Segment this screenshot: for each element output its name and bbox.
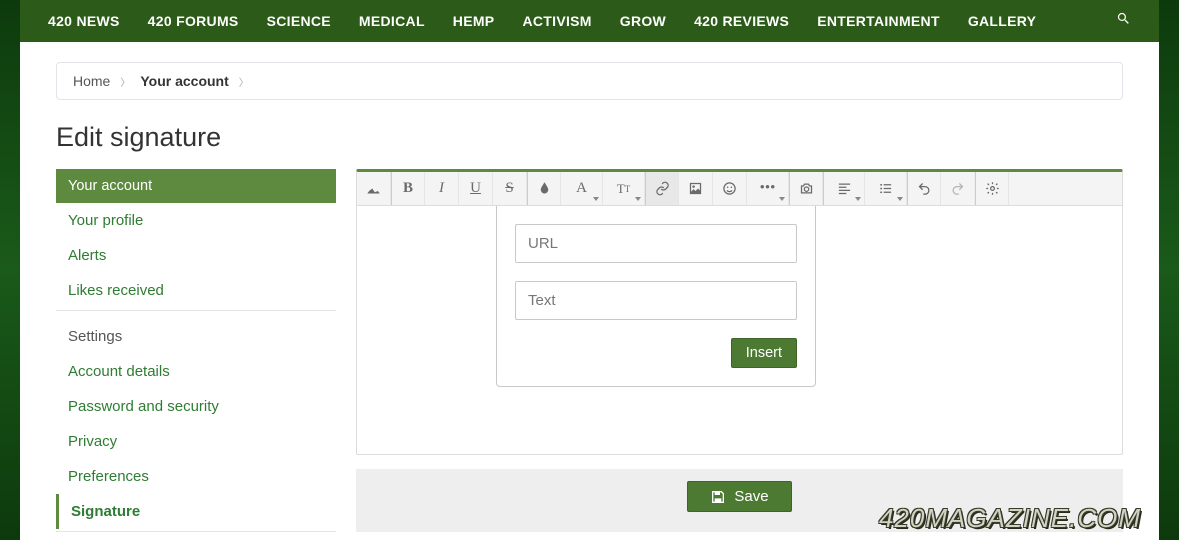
link-url-input[interactable]	[515, 224, 797, 263]
remove-format-icon[interactable]	[357, 172, 391, 205]
font-size-icon[interactable]: TT	[603, 172, 645, 205]
undo-icon[interactable]	[907, 172, 941, 205]
color-icon[interactable]	[527, 172, 561, 205]
breadcrumb-current[interactable]: Your account	[140, 73, 228, 89]
editor-toolbar: B I U S A TT •••	[357, 172, 1122, 206]
sidebar-settings-label: Settings	[56, 319, 336, 354]
sidebar-item-privacy[interactable]: Privacy	[56, 424, 336, 459]
account-sidebar: Your account Your profile Alerts Likes r…	[56, 169, 336, 540]
settings-icon[interactable]	[975, 172, 1009, 205]
insert-button[interactable]: Insert	[731, 338, 797, 368]
main-content: B I U S A TT •••	[356, 169, 1123, 540]
breadcrumb: Home 〉 Your account 〉	[56, 62, 1123, 100]
align-icon[interactable]	[823, 172, 865, 205]
chevron-right-icon: 〉	[120, 74, 130, 89]
smile-icon[interactable]	[713, 172, 747, 205]
save-button[interactable]: Save	[687, 481, 791, 512]
sidebar-item-likes[interactable]: Likes received	[56, 273, 336, 308]
image-icon[interactable]	[679, 172, 713, 205]
sidebar-item-password[interactable]: Password and security	[56, 389, 336, 424]
top-nav: 420 NEWS 420 FORUMS SCIENCE MEDICAL HEMP…	[20, 0, 1159, 42]
watermark-logo: 420MAGAZINE.COM	[879, 503, 1141, 534]
list-icon[interactable]	[865, 172, 907, 205]
nav-item[interactable]: GALLERY	[968, 13, 1036, 29]
top-nav-items: 420 NEWS 420 FORUMS SCIENCE MEDICAL HEMP…	[48, 13, 1116, 29]
nav-item[interactable]: 420 NEWS	[48, 13, 120, 29]
editor-body[interactable]: Insert	[357, 206, 1122, 454]
redo-icon[interactable]	[941, 172, 975, 205]
nav-item[interactable]: GROW	[620, 13, 666, 29]
chevron-right-icon: 〉	[239, 74, 249, 89]
link-popover: Insert	[496, 206, 816, 387]
sidebar-item-profile[interactable]: Your profile	[56, 203, 336, 238]
bold-icon[interactable]: B	[391, 172, 425, 205]
save-label: Save	[734, 488, 768, 505]
underline-icon[interactable]: U	[459, 172, 493, 205]
sidebar-item-signature[interactable]: Signature	[56, 494, 336, 529]
nav-item[interactable]: MEDICAL	[359, 13, 425, 29]
sidebar-item-account-details[interactable]: Account details	[56, 354, 336, 389]
page-title: Edit signature	[56, 122, 1123, 153]
sidebar-item-preferences[interactable]: Preferences	[56, 459, 336, 494]
link-icon[interactable]	[645, 172, 679, 205]
nav-item[interactable]: 420 REVIEWS	[694, 13, 789, 29]
camera-icon[interactable]	[789, 172, 823, 205]
save-icon	[710, 489, 726, 505]
more-icon[interactable]: •••	[747, 172, 789, 205]
font-family-icon[interactable]: A	[561, 172, 603, 205]
sidebar-head[interactable]: Your account	[56, 169, 336, 203]
nav-item[interactable]: HEMP	[453, 13, 495, 29]
nav-item[interactable]: ENTERTAINMENT	[817, 13, 940, 29]
breadcrumb-home[interactable]: Home	[73, 73, 110, 89]
search-icon[interactable]	[1116, 11, 1131, 31]
signature-editor: B I U S A TT •••	[356, 169, 1123, 455]
nav-item[interactable]: 420 FORUMS	[148, 13, 239, 29]
nav-item[interactable]: ACTIVISM	[522, 13, 591, 29]
nav-item[interactable]: SCIENCE	[267, 13, 331, 29]
sidebar-item-alerts[interactable]: Alerts	[56, 238, 336, 273]
link-text-input[interactable]	[515, 281, 797, 320]
italic-icon[interactable]: I	[425, 172, 459, 205]
strike-icon[interactable]: S	[493, 172, 527, 205]
